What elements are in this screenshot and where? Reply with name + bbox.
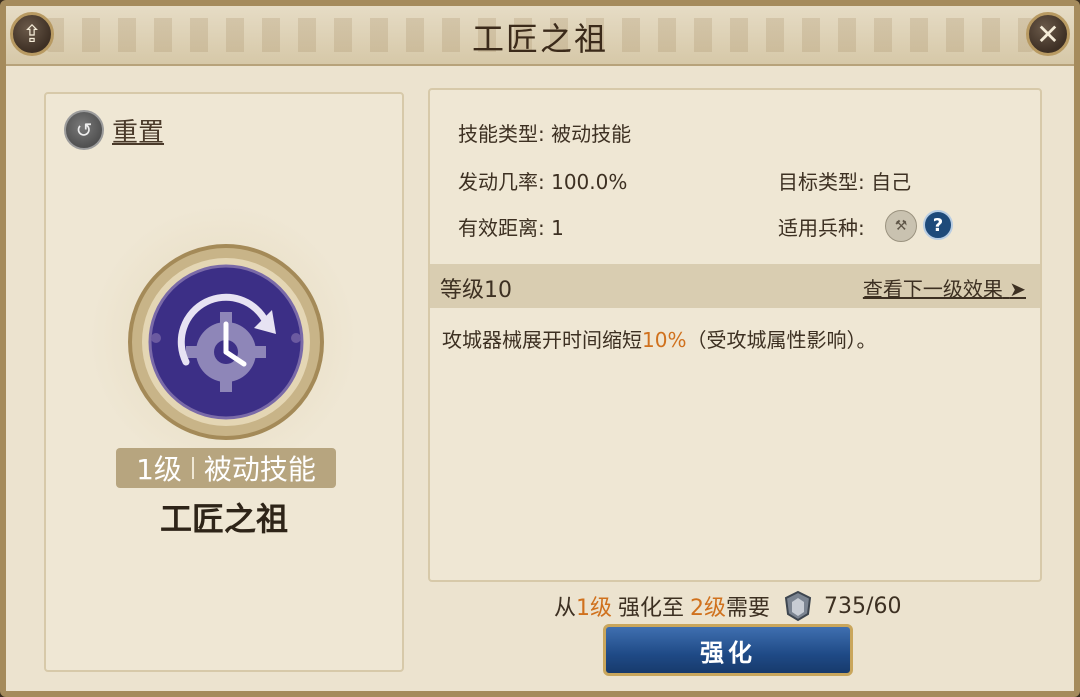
siege-unit-icon[interactable]: ⚒: [885, 210, 917, 242]
next-level-text: 查看下一级效果: [862, 277, 1003, 301]
dialog-header: 工匠之祖: [6, 6, 1074, 66]
arrow-right-icon: ➤: [1009, 277, 1026, 301]
upgrade-from-text: 从: [554, 596, 577, 621]
current-level-label: 等级10: [440, 278, 512, 303]
share-icon: ⇪: [21, 20, 43, 48]
target-type-value: 自己: [871, 170, 912, 194]
reset-button[interactable]: ↺ 重置: [64, 110, 164, 150]
dialog-title: 工匠之祖: [471, 20, 608, 58]
target-type-label: 目标类型:: [778, 170, 865, 194]
upgrade-from-level: 1级: [576, 596, 613, 621]
share-button[interactable]: ⇪: [10, 12, 54, 56]
unit-type-icons: ⚒ ?: [885, 210, 953, 242]
upgrade-need-text: 需要: [726, 596, 771, 621]
range-label: 有效距离:: [458, 216, 545, 240]
unit-type-label: 适用兵种:: [778, 216, 865, 240]
close-icon: ✕: [1036, 17, 1060, 51]
upgrade-button[interactable]: 强化: [603, 624, 853, 676]
skill-overview-panel: ↺ 重置 1级 被动技能 工匠之祖: [44, 92, 404, 672]
effect-description: 攻城器械展开时间缩短10%（受攻城属性影响）。: [442, 324, 876, 353]
range-value: 1: [551, 216, 564, 240]
effect-suffix: （受攻城属性影响）。: [686, 328, 877, 352]
skill-type-label: 技能类型:: [458, 122, 545, 146]
skill-dialog: 工匠之祖 ⇪ ✕ ↺ 重置 1级 被动技能 工匠之祖 技能类型: 被动技能 发动…: [0, 0, 1080, 697]
target-type-row: 目标类型: 自己: [778, 166, 911, 195]
reset-label: 重置: [112, 117, 165, 148]
skill-level: 1级: [136, 453, 182, 486]
upgrade-button-label: 强化: [700, 638, 756, 667]
skill-book-icon: [784, 590, 812, 622]
effect-value: 10%: [642, 328, 687, 352]
upgrade-cost-line: 从 1级 强化至 2级 需要 735/60: [554, 590, 901, 622]
help-icon[interactable]: ?: [923, 210, 953, 240]
close-button[interactable]: ✕: [1026, 12, 1070, 56]
next-level-link[interactable]: 查看下一级效果 ➤: [863, 273, 1026, 302]
badge-divider: [191, 457, 194, 479]
skill-detail-panel: 技能类型: 被动技能 发动几率: 100.0% 目标类型: 自己 有效距离: 1…: [428, 88, 1042, 582]
upgrade-cost: 735/60: [824, 593, 902, 619]
upgrade-to-level: 2级: [690, 596, 727, 621]
effect-prefix: 攻城器械展开时间缩短: [442, 328, 642, 352]
range-row: 有效距离: 1: [458, 212, 564, 241]
trigger-rate-row: 发动几率: 100.0%: [458, 166, 627, 195]
skill-type-value: 被动技能: [551, 122, 632, 146]
reset-icon: ↺: [64, 110, 104, 150]
upgrade-mid-text: 强化至: [618, 596, 685, 621]
level-bar: 等级10 查看下一级效果 ➤: [430, 264, 1040, 308]
clock-gear-icon: [128, 244, 324, 440]
trigger-rate-label: 发动几率:: [458, 170, 545, 194]
unit-type-row: 适用兵种:: [778, 212, 865, 241]
skill-type-row: 技能类型: 被动技能: [458, 118, 631, 147]
skill-kind: 被动技能: [203, 453, 316, 486]
skill-name: 工匠之祖: [159, 500, 288, 538]
level-badge: 1级 被动技能: [116, 448, 336, 488]
trigger-rate-value: 100.0%: [551, 170, 628, 194]
